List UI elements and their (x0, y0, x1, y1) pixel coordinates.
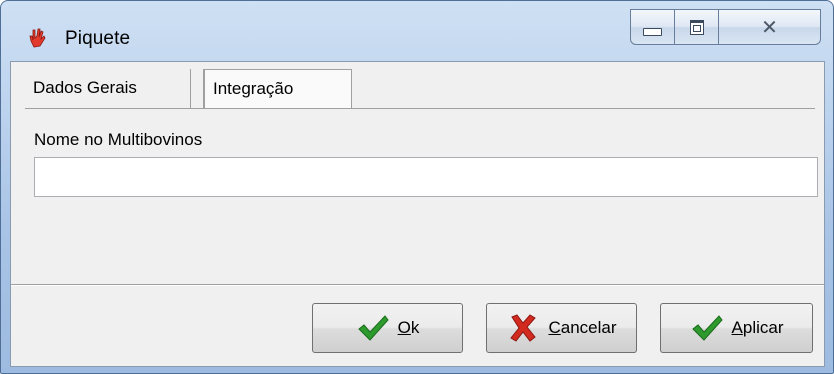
apply-button[interactable]: Aplicar (660, 303, 813, 353)
checkmark-icon (691, 315, 723, 341)
tab-dados-gerais[interactable]: Dados Gerais (25, 69, 191, 108)
window-controls: ✕ (630, 9, 821, 45)
maximize-icon (689, 19, 704, 35)
apply-label: Aplicar (731, 318, 784, 337)
nome-multibovinos-label: Nome no Multibovinos (34, 130, 203, 149)
minimize-button[interactable] (630, 9, 675, 45)
window-title: Piquete (65, 28, 131, 49)
cancel-button[interactable]: Cancelar (486, 303, 637, 353)
dialog-window: Piquete ✕ Dados Gerais Integração Nome n… (0, 0, 834, 374)
tab-integracao[interactable]: Integração (203, 69, 352, 109)
minimize-icon (643, 28, 662, 36)
cancel-label: Cancelar (548, 318, 617, 337)
hand-pointer-icon (26, 27, 48, 49)
button-separator (11, 284, 824, 286)
checkmark-icon (357, 315, 389, 341)
nome-multibovinos-input[interactable] (34, 157, 818, 197)
maximize-button[interactable] (674, 9, 719, 45)
ok-button[interactable]: Ok (312, 303, 463, 353)
tab-divider (25, 108, 815, 109)
title-bar[interactable]: Piquete ✕ (1, 1, 833, 61)
close-icon: ✕ (761, 15, 778, 39)
ok-label: Ok (397, 318, 420, 337)
dialog-client-area: Dados Gerais Integração Nome no Multibov… (10, 61, 825, 367)
x-icon (510, 314, 537, 342)
close-button[interactable]: ✕ (718, 9, 821, 45)
